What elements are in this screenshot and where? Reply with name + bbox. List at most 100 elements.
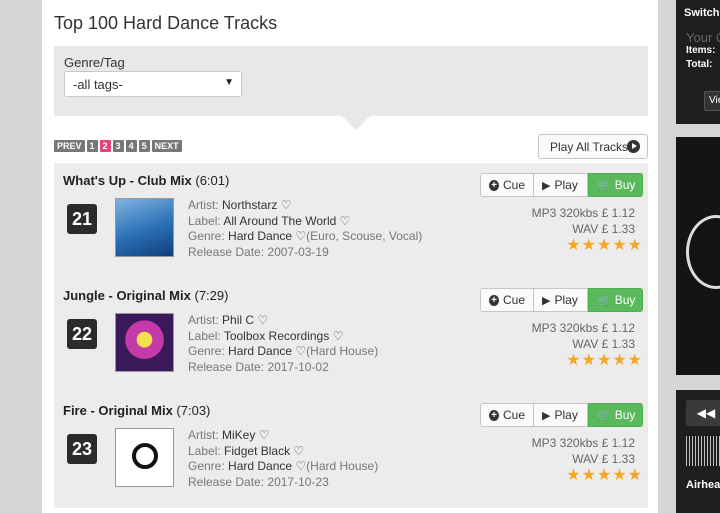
artist-link[interactable]: Phil C xyxy=(222,313,254,327)
genre-link[interactable]: Hard Dance xyxy=(228,344,292,358)
heart-icon[interactable]: ♡ xyxy=(257,313,268,327)
cart-total-label: Total: xyxy=(686,59,713,70)
track-title[interactable]: Fire - Original Mix (7:03) xyxy=(63,403,210,418)
track-rank: 23 xyxy=(67,434,97,464)
buy-label: Buy xyxy=(614,178,636,192)
star-icon: ★ xyxy=(566,237,581,254)
label-link[interactable]: All Around The World xyxy=(223,214,336,228)
plus-circle-icon: + xyxy=(489,409,499,421)
pager-page-4[interactable]: 4 xyxy=(125,140,137,152)
label-link[interactable]: Toolbox Recordings xyxy=(224,329,329,343)
star-icon: ★ xyxy=(627,467,642,484)
star-icon: ★ xyxy=(596,352,612,369)
track-row: Fire - Original Mix (7:03) 23 Artist: Mi… xyxy=(54,393,648,508)
cart-widget: Switch Your C Items: Total: View B xyxy=(676,0,720,124)
mp3-price: £ 1.12 xyxy=(601,321,635,335)
play-button[interactable]: ▶ Play xyxy=(534,173,588,197)
track-duration: (7:29) xyxy=(194,288,229,303)
buy-button[interactable]: 🛒 Buy xyxy=(588,403,643,427)
artist-link[interactable]: MiKey xyxy=(222,428,255,442)
buy-button[interactable]: 🛒 Buy xyxy=(588,173,643,197)
right-sidebar: Switch Your C Items: Total: View B ◀◀ Ai… xyxy=(658,0,720,513)
switch-heading[interactable]: Switch xyxy=(684,7,719,19)
pager-next[interactable]: NEXT xyxy=(151,140,182,152)
genre-label: Genre: xyxy=(188,229,225,243)
view-basket-button[interactable]: View B xyxy=(704,91,720,111)
label-label: Label: xyxy=(188,213,221,228)
cue-button[interactable]: + Cue xyxy=(480,403,534,427)
mp3-format: MP3 320kbs xyxy=(531,321,599,335)
heart-icon[interactable]: ♡ xyxy=(293,444,304,458)
cue-button[interactable]: + Cue xyxy=(480,173,534,197)
label-logo-icon xyxy=(132,443,158,469)
rewind-button[interactable]: ◀◀ xyxy=(686,400,720,426)
star-icon: ★ xyxy=(627,352,642,369)
track-title[interactable]: What's Up - Club Mix (6:01) xyxy=(63,173,229,188)
subgenres: (Hard House) xyxy=(306,344,379,358)
pager-page-3[interactable]: 3 xyxy=(112,140,124,152)
heart-icon[interactable]: ♡ xyxy=(295,459,306,473)
buy-button[interactable]: 🛒 Buy xyxy=(588,288,643,312)
genre-link[interactable]: Hard Dance xyxy=(228,459,292,473)
plus-circle-icon: + xyxy=(489,179,499,191)
star-icon: ★ xyxy=(581,237,596,254)
cart-icon: 🛒 xyxy=(597,294,611,307)
sidebar-banner[interactable] xyxy=(676,137,720,375)
genre-link[interactable]: Hard Dance xyxy=(228,229,292,243)
play-label: Play xyxy=(554,293,578,307)
pager-page-2[interactable]: 2 xyxy=(99,140,111,152)
pager-page-1[interactable]: 1 xyxy=(86,140,98,152)
pager-page-5[interactable]: 5 xyxy=(138,140,150,152)
label-link[interactable]: Fidget Black xyxy=(224,444,290,458)
heart-icon[interactable]: ♡ xyxy=(281,198,292,212)
genre-tag-select[interactable]: -all tags- ▼ xyxy=(64,71,242,97)
cue-label: Cue xyxy=(502,178,525,192)
star-icon: ★ xyxy=(596,237,612,254)
select-caret-icon: ▼ xyxy=(224,77,234,88)
genre-label: Genre: xyxy=(188,459,225,473)
filter-panel-pointer xyxy=(342,116,370,130)
heart-icon[interactable]: ♡ xyxy=(295,344,306,358)
track-name: Jungle - Original Mix xyxy=(63,288,191,303)
track-name: Fire - Original Mix xyxy=(63,403,173,418)
play-button[interactable]: ▶ Play xyxy=(534,288,588,312)
waveform[interactable] xyxy=(686,436,720,466)
wav-price: £ 1.33 xyxy=(601,336,635,351)
plus-circle-icon: + xyxy=(489,294,499,306)
main-content: Top 100 Hard Dance Tracks Genre/Tag -all… xyxy=(42,0,658,513)
star-icon: ★ xyxy=(581,467,596,484)
star-icon: ★ xyxy=(612,237,627,254)
track-meta: Artist: MiKey ♡ Label: Fidget Black ♡ Ge… xyxy=(188,428,378,490)
cover-art[interactable] xyxy=(115,198,174,257)
cover-art[interactable] xyxy=(115,428,174,487)
artist-label: Artist: xyxy=(188,198,219,212)
pager-prev[interactable]: PREV xyxy=(54,140,85,152)
rewind-icon: ◀◀ xyxy=(696,406,716,420)
cart-heading: Your C xyxy=(686,30,720,45)
artist-link[interactable]: Northstarz xyxy=(222,198,277,212)
release-date: 2007-03-19 xyxy=(267,244,329,259)
prices: MP3 320kbs £ 1.12 WAV £ 1.33 xyxy=(532,206,635,237)
heart-icon[interactable]: ♡ xyxy=(259,428,270,442)
genre-label: Genre: xyxy=(188,344,225,358)
cue-label: Cue xyxy=(502,293,525,307)
cue-button[interactable]: + Cue xyxy=(480,288,534,312)
track-duration: (7:03) xyxy=(176,403,211,418)
label-label: Label: xyxy=(188,328,221,343)
track-name: What's Up - Club Mix xyxy=(63,173,192,188)
track-duration: (6:01) xyxy=(195,173,230,188)
artist-label: Artist: xyxy=(188,313,219,327)
wav-format: WAV xyxy=(572,221,599,236)
wav-price: £ 1.33 xyxy=(601,221,635,236)
cart-icon: 🛒 xyxy=(597,179,611,192)
play-button[interactable]: ▶ Play xyxy=(534,403,588,427)
heart-icon[interactable]: ♡ xyxy=(295,229,306,243)
star-icon: ★ xyxy=(581,352,596,369)
cover-art[interactable] xyxy=(115,313,174,372)
heart-icon[interactable]: ♡ xyxy=(333,329,344,343)
heart-icon[interactable]: ♡ xyxy=(340,214,351,228)
cart-items-label: Items: xyxy=(686,45,716,56)
play-all-tracks-button[interactable]: Play All Tracks xyxy=(538,134,648,159)
track-title[interactable]: Jungle - Original Mix (7:29) xyxy=(63,288,228,303)
star-icon: ★ xyxy=(566,467,581,484)
